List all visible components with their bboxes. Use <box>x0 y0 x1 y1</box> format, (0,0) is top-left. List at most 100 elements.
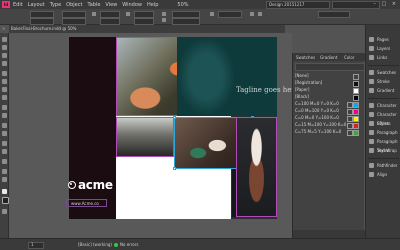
workspace-switcher[interactable]: Design 20151217 <box>266 1 330 9</box>
direct-selection-tool-icon[interactable] <box>2 45 7 50</box>
fill-swatch-icon[interactable] <box>2 189 7 194</box>
swatch-label: [Paper] <box>295 87 310 92</box>
paragraph-styles-icon <box>369 139 374 144</box>
effects-icon <box>369 121 374 126</box>
list-item[interactable]: [Registration] <box>295 80 363 87</box>
gradient-tool-icon[interactable] <box>2 141 7 146</box>
document-tab[interactable]: × BakerFinal-Brochure.indd @ 50% <box>2 25 285 33</box>
stroke-weight-field[interactable] <box>172 11 200 18</box>
dock-pathfinder[interactable]: Pathfinder <box>366 161 400 170</box>
opacity-field[interactable] <box>218 11 242 18</box>
window-controls[interactable]: – □ × <box>373 1 398 7</box>
dock-paragraph-styles[interactable]: Paragraph Styles <box>366 137 400 153</box>
effects-icon[interactable] <box>210 12 214 16</box>
dock-effects[interactable]: Effects <box>366 119 400 128</box>
frame-fitting-field[interactable] <box>318 11 350 18</box>
dock-links[interactable]: Links <box>366 53 400 62</box>
list-item[interactable]: [None] <box>295 73 363 80</box>
dock-text-wrap[interactable]: Text Wrap <box>366 146 400 155</box>
stroke-icon <box>369 79 374 84</box>
url-text-frame[interactable]: www.Acme.co <box>66 199 107 207</box>
scale-icon[interactable] <box>92 12 96 16</box>
rectangle-tool-icon[interactable] <box>2 113 7 118</box>
dock-stroke[interactable]: Stroke <box>366 77 400 86</box>
align-icon[interactable] <box>258 12 262 16</box>
selection-tool-icon[interactable] <box>2 37 7 42</box>
acme-logo[interactable]: acme <box>68 178 113 192</box>
menu-edit[interactable]: Edit <box>13 2 23 8</box>
height-field[interactable] <box>62 18 86 25</box>
align-icon <box>369 172 374 177</box>
width-field[interactable] <box>62 11 86 18</box>
zoom-tool-icon[interactable] <box>2 177 7 182</box>
resize-handle[interactable] <box>173 167 176 170</box>
stroke-style-field[interactable] <box>172 18 200 25</box>
type-tool-icon[interactable] <box>2 71 7 76</box>
layers-icon <box>369 46 374 51</box>
wrap-icon[interactable] <box>250 12 254 16</box>
dock-character[interactable]: Character <box>366 101 400 110</box>
dock-swatches[interactable]: Swatches <box>366 68 400 77</box>
menu-window[interactable]: Window <box>122 2 142 8</box>
divider <box>368 98 399 99</box>
y-position-field[interactable] <box>30 18 54 25</box>
scale-y-field[interactable] <box>100 18 120 25</box>
dock-gradient[interactable]: Gradient <box>366 86 400 95</box>
menu-type[interactable]: Type <box>50 2 61 8</box>
fill-icon[interactable] <box>162 12 166 16</box>
list-item[interactable]: C=75 M=5 Y=100 K=0 <box>295 129 363 136</box>
close-icon[interactable]: × <box>2 25 5 33</box>
divider <box>368 158 399 159</box>
list-item[interactable]: [Paper] <box>295 87 363 94</box>
menu-help[interactable]: Help <box>147 2 158 8</box>
stroke-swatch-icon[interactable] <box>2 197 9 204</box>
page-tool-icon[interactable] <box>2 53 7 58</box>
swatches-panel: Swatches Gradient Color [None] [Registra… <box>292 53 365 238</box>
pencil-tool-icon[interactable] <box>2 95 7 100</box>
list-item[interactable]: C=0 M=100 Y=0 K=0 <box>295 108 363 115</box>
rotate-icon[interactable] <box>126 12 130 16</box>
dock-pages[interactable]: Pages <box>366 35 400 44</box>
photo-hot-chocolate[interactable] <box>236 117 277 217</box>
screen-mode-icon[interactable] <box>2 209 7 214</box>
list-item[interactable]: C=15 M=100 Y=100 K=0 <box>295 122 363 129</box>
swatch-label: [Registration] <box>295 80 323 85</box>
dock-layers[interactable]: Layers <box>366 44 400 53</box>
pen-tool-icon[interactable] <box>2 87 7 92</box>
stroke-icon[interactable] <box>162 18 166 22</box>
scissors-tool-icon[interactable] <box>2 123 7 128</box>
list-item[interactable]: [Black] <box>295 94 363 101</box>
line-tool-icon[interactable] <box>2 79 7 84</box>
tab-swatches[interactable]: Swatches <box>296 55 315 60</box>
preflight-status[interactable]: No errors <box>120 239 138 250</box>
menu-view[interactable]: View <box>105 2 117 8</box>
list-item[interactable]: C=0 M=0 Y=100 K=0 <box>295 115 363 122</box>
gap-tool-icon[interactable] <box>2 61 7 66</box>
tab-color[interactable]: Color <box>344 55 354 60</box>
eyedropper-tool-icon[interactable] <box>2 159 7 164</box>
tint-control[interactable] <box>295 63 365 71</box>
dock-character-styles[interactable]: Character Styles <box>366 110 400 126</box>
rectangle-frame-tool-icon[interactable] <box>2 105 7 110</box>
control-bar <box>0 9 400 25</box>
note-tool-icon[interactable] <box>2 149 7 154</box>
dock-paragraph[interactable]: Paragraph <box>366 128 400 137</box>
menu-table[interactable]: Table <box>87 2 100 8</box>
resize-handle[interactable] <box>173 116 176 119</box>
transform-tool-icon[interactable] <box>2 131 7 136</box>
photo-cafe[interactable] <box>116 117 174 157</box>
x-position-field[interactable] <box>30 11 54 18</box>
scale-x-field[interactable] <box>100 11 120 18</box>
shear-field[interactable] <box>134 18 154 25</box>
list-item[interactable]: C=100 M=0 Y=0 K=0 <box>295 101 363 108</box>
menu-layout[interactable]: Layout <box>28 2 45 8</box>
tab-gradient[interactable]: Gradient <box>320 55 337 60</box>
swatch-label: C=100 M=0 Y=0 K=0 <box>295 101 339 106</box>
rotate-field[interactable] <box>134 11 154 18</box>
dock-align[interactable]: Align <box>366 170 400 179</box>
hand-tool-icon[interactable] <box>2 169 7 174</box>
zoom-level[interactable]: 50% <box>177 2 188 8</box>
pages-icon <box>369 37 374 42</box>
menu-object[interactable]: Object <box>66 2 82 8</box>
dock-label: Stroke <box>377 79 390 84</box>
